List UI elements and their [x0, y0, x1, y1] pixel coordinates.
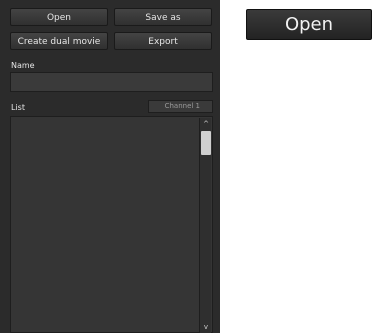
scroll-up-arrow-icon[interactable]: ^: [200, 119, 212, 129]
save-as-button[interactable]: Save as: [114, 8, 212, 26]
open-button[interactable]: Open: [10, 8, 108, 26]
movie-panel: Open Save as Create dual movie Export Na…: [0, 0, 220, 333]
root: Open Save as Create dual movie Export Na…: [0, 0, 384, 333]
scroll-down-arrow-icon[interactable]: v: [200, 322, 212, 332]
movie-list[interactable]: [10, 116, 213, 333]
channel-select[interactable]: Channel 1: [148, 100, 213, 113]
create-dual-movie-button[interactable]: Create dual movie: [10, 32, 108, 50]
list-label: List: [11, 103, 25, 112]
export-button[interactable]: Export: [114, 32, 212, 50]
list-scrollbar[interactable]: ^ v: [199, 118, 211, 333]
name-label: Name: [11, 61, 35, 70]
open-button-large[interactable]: Open: [246, 9, 372, 40]
scroll-thumb[interactable]: [201, 131, 211, 155]
name-input[interactable]: [10, 72, 213, 92]
